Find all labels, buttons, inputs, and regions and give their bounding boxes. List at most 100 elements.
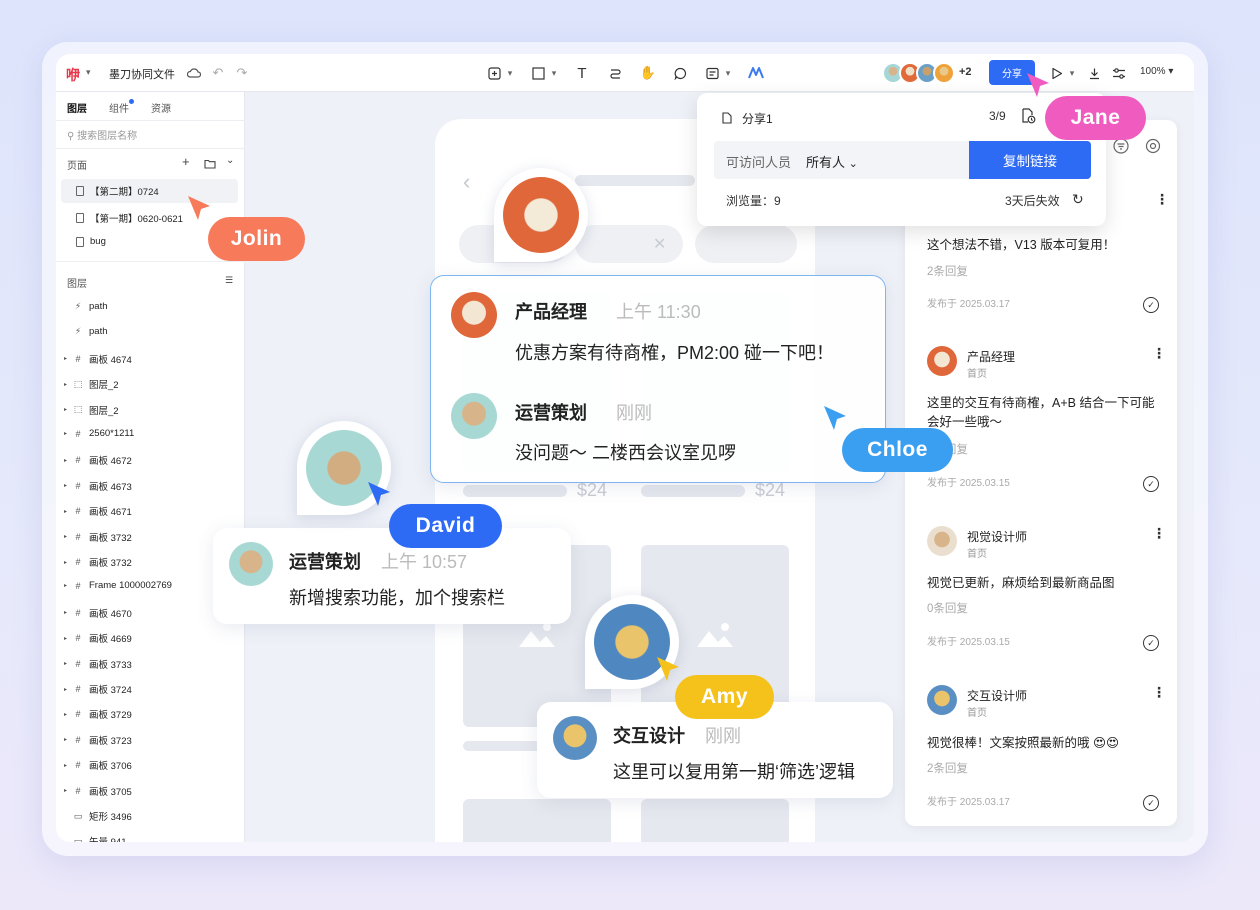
expand-icon[interactable]: ▸ xyxy=(64,457,72,464)
more-collaborators-count[interactable]: +2 xyxy=(959,66,972,84)
more-icon[interactable]: ⋮ xyxy=(1152,346,1166,360)
layer-item[interactable]: ▸ # 画板 4670 xyxy=(64,606,132,620)
layer-item[interactable]: ▭ 矩形 3496 xyxy=(64,809,132,824)
expand-icon[interactable]: ▸ xyxy=(64,559,72,566)
reply-count[interactable]: 2条回复 xyxy=(927,760,968,776)
expand-icon[interactable]: ▸ xyxy=(64,508,72,515)
chevron-down-icon[interactable]: ▾ xyxy=(86,67,91,78)
resolve-check-icon[interactable]: ✓ xyxy=(1143,476,1159,492)
layer-item[interactable]: ▸ # 画板 3733 xyxy=(64,657,132,671)
more-icon[interactable]: ⋮ xyxy=(1152,685,1166,699)
comment-icon[interactable] xyxy=(670,63,690,83)
expand-icon[interactable]: ▸ xyxy=(64,660,72,667)
sort-icon[interactable]: ☰ xyxy=(225,275,233,286)
redo-icon[interactable]: ↷ xyxy=(232,63,252,83)
settings-icon[interactable] xyxy=(1145,138,1161,159)
layer-item[interactable]: ▸ # 画板 3724 xyxy=(64,682,132,696)
expand-icon[interactable]: ▸ xyxy=(64,787,72,794)
comment-page: 首页 xyxy=(967,369,987,380)
resolve-check-icon[interactable]: ✓ xyxy=(1143,635,1159,651)
frame-icon[interactable] xyxy=(484,63,504,83)
expand-icon[interactable]: ▸ xyxy=(64,609,72,616)
layer-item[interactable]: ▸ # 画板 3729 xyxy=(64,707,132,721)
access-value[interactable]: 所有人 ⌄ xyxy=(806,152,858,171)
expand-icon[interactable]: ▸ xyxy=(64,406,72,413)
rect-icon[interactable] xyxy=(528,63,548,83)
download-icon[interactable] xyxy=(1084,63,1104,83)
layer-item[interactable]: ▸ # 画板 4674 xyxy=(64,352,132,366)
chevron-down-icon[interactable]: ▾ xyxy=(549,63,559,83)
more-icon[interactable]: ⋮ xyxy=(1152,526,1166,540)
layer-item[interactable]: ▸ # 画板 4669 xyxy=(64,631,132,645)
layer-item[interactable]: ▸ # 画板 4673 xyxy=(64,479,132,493)
layer-item[interactable]: ▸ # 画板 4671 xyxy=(64,504,132,518)
add-page-icon[interactable]: + xyxy=(182,154,190,169)
layer-search-input[interactable]: ⚲ 搜索图层名称 xyxy=(67,127,137,142)
layer-item[interactable]: ▸ #2560*1211 xyxy=(64,428,134,439)
zoom-level[interactable]: 100% ▾ xyxy=(1140,66,1173,77)
app-logo[interactable]: 咿 xyxy=(66,65,80,85)
cloud-icon[interactable] xyxy=(184,63,204,83)
layer-item[interactable]: ▸ # 画板 3732 xyxy=(64,555,132,569)
reply-count[interactable]: 0条回复 xyxy=(927,600,968,616)
settings-icon[interactable] xyxy=(1109,63,1129,83)
layer-item[interactable]: ▸ # Frame 1000002769 xyxy=(64,580,172,591)
comment-pin[interactable] xyxy=(494,168,588,262)
page-item[interactable]: bug xyxy=(76,236,106,247)
expand-icon[interactable]: ▸ xyxy=(64,762,72,769)
expand-icon[interactable]: ▸ xyxy=(64,533,72,540)
layer-item[interactable]: ▸ # 画板 3706 xyxy=(64,758,132,772)
expand-icon[interactable]: ▸ xyxy=(64,430,72,437)
hand-icon[interactable]: ✋ xyxy=(638,63,658,83)
reply-count[interactable]: 2条回复 xyxy=(927,263,968,279)
expand-icon[interactable]: ▸ xyxy=(64,635,72,642)
expand-icon[interactable]: ▸ xyxy=(64,381,72,388)
collaborator-avatars[interactable]: +2 xyxy=(882,62,972,84)
layer-item[interactable]: ▸ ⬚ 图层_2 xyxy=(64,377,119,392)
tab-layers[interactable]: 图层 xyxy=(67,100,87,115)
layer-item[interactable]: ⚡ path xyxy=(64,326,108,337)
layer-item[interactable]: ▸ # 画板 3705 xyxy=(64,784,132,798)
comment-item[interactable]: 交互设计师 首页 ⋮ 视觉很棒！文案按照最新的哦 😍😍 2条回复 发布于 202… xyxy=(927,685,1167,825)
tab-components[interactable]: 组件 xyxy=(109,99,134,115)
comment-card[interactable]: 运营策划 上午 10:57 新增搜索功能，加个搜索栏 xyxy=(213,528,571,624)
comment-item[interactable]: 产品经理 首页 ⋮ 这里的交互有待商榷，A+B 结合一下可能会好一些哦～ 2条回… xyxy=(927,346,1167,496)
expand-icon[interactable]: ▸ xyxy=(64,582,72,589)
undo-icon[interactable]: ↶ xyxy=(208,63,228,83)
refresh-icon[interactable]: ↻ xyxy=(1072,191,1084,208)
chevron-down-icon[interactable]: ▾ xyxy=(1067,63,1077,83)
layer-item[interactable]: ▸ ⬚ 图层_2 xyxy=(64,403,119,417)
layer-item[interactable]: ▭ 矢量 941 xyxy=(64,834,127,842)
page-item[interactable]: 【第一期】0620-0621 xyxy=(76,211,183,225)
ai-icon[interactable] xyxy=(746,63,766,83)
expand-icon[interactable]: ▸ xyxy=(64,686,72,693)
comment-item[interactable]: 视觉设计师 首页 ⋮ 视觉已更新，麻烦给到最新商品图 0条回复 发布于 2025… xyxy=(927,526,1167,666)
resolve-check-icon[interactable]: ✓ xyxy=(1143,297,1159,313)
folder-icon[interactable] xyxy=(204,156,216,174)
layer-label: 矢量 941 xyxy=(89,834,127,842)
note-icon[interactable] xyxy=(702,63,722,83)
layer-item[interactable]: ▸ # 画板 4672 xyxy=(64,453,132,467)
layer-item[interactable]: ▸ # 画板 3723 xyxy=(64,733,132,747)
document-title[interactable]: 墨刀协同文件 xyxy=(109,66,175,82)
copy-link-button[interactable]: 复制链接 xyxy=(969,141,1091,179)
expand-icon[interactable]: ▸ xyxy=(64,711,72,718)
tab-assets[interactable]: 资源 xyxy=(151,100,171,115)
text-icon[interactable]: T xyxy=(572,63,592,83)
path-icon[interactable] xyxy=(605,63,625,83)
layer-item[interactable]: ▸ # 画板 3732 xyxy=(64,530,132,544)
chevron-down-icon[interactable]: ▾ xyxy=(505,63,515,83)
chevron-down-icon[interactable]: ▾ xyxy=(723,63,733,83)
avatar[interactable] xyxy=(933,62,955,84)
comment-thread-card[interactable]: 产品经理 上午 11:30 优惠方案有待商榷，PM2:00 碰一下吧！ 运营策划… xyxy=(430,275,886,483)
chevron-down-icon[interactable]: ⌄ xyxy=(226,155,234,166)
access-select[interactable]: 可访问人员 所有人 ⌄ xyxy=(714,141,970,179)
resolve-check-icon[interactable]: ✓ xyxy=(1143,795,1159,811)
more-icon[interactable]: ⋮ xyxy=(1155,192,1169,206)
layer-item[interactable]: ⚡ path xyxy=(64,301,108,312)
filter-icon[interactable] xyxy=(1113,138,1129,159)
expand-icon[interactable]: ▸ xyxy=(64,736,72,743)
expand-icon[interactable]: ▸ xyxy=(64,482,72,489)
expand-icon[interactable]: ▸ xyxy=(64,355,72,362)
share-settings-icon[interactable] xyxy=(1021,108,1036,129)
